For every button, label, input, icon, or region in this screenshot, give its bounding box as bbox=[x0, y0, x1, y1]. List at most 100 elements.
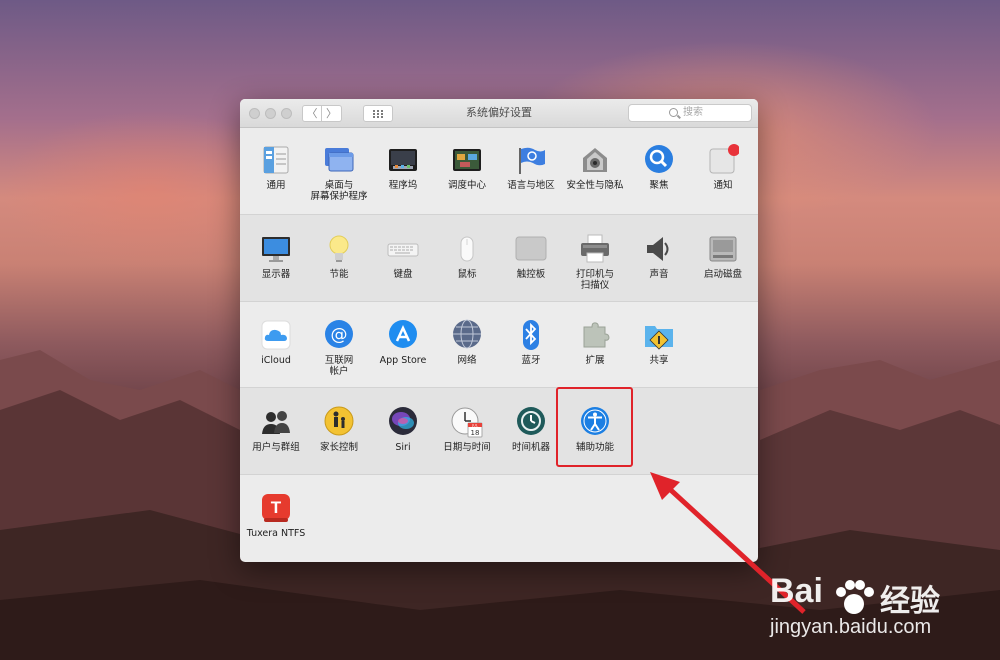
pref-sharing[interactable]: 共享 bbox=[624, 319, 694, 366]
watermark-url: jingyan.baidu.com bbox=[770, 616, 932, 638]
pref-label: 语言与地区 bbox=[507, 180, 555, 191]
language-region-icon bbox=[515, 144, 547, 176]
parental-controls-icon bbox=[323, 406, 355, 438]
pref-printer-scanner[interactable]: 打印机与 扫描仪 bbox=[560, 233, 630, 291]
pref-row-internet: iCloud @ 互联网 帐户 App Store 网络 蓝牙 扩展 共享 bbox=[240, 301, 758, 388]
highlight-box-accessibility bbox=[556, 387, 633, 467]
pref-energy-saver[interactable]: 节能 bbox=[304, 233, 374, 280]
bluetooth-icon bbox=[515, 319, 547, 351]
pref-label: 调度中心 bbox=[447, 180, 486, 191]
extensions-icon bbox=[579, 319, 611, 351]
pref-label: 安全性与隐私 bbox=[566, 180, 624, 191]
spotlight-icon bbox=[643, 144, 675, 176]
pref-mouse[interactable]: 鼠标 bbox=[432, 233, 502, 280]
pref-keyboard[interactable]: 键盘 bbox=[368, 233, 438, 280]
pref-network[interactable]: 网络 bbox=[432, 319, 502, 366]
notifications-icon bbox=[707, 144, 740, 176]
users-groups-icon bbox=[260, 406, 292, 438]
pref-label: App Store bbox=[379, 355, 427, 366]
pref-date-time[interactable]: JUL 18 日期与时间 bbox=[432, 406, 502, 453]
pref-label: 聚焦 bbox=[649, 180, 669, 191]
sound-icon bbox=[643, 233, 675, 265]
trackpad-icon bbox=[515, 233, 547, 265]
icloud-icon bbox=[260, 319, 292, 351]
svg-text:@: @ bbox=[331, 325, 348, 345]
pref-label: 用户与群组 bbox=[252, 442, 300, 453]
mission-control-icon bbox=[451, 144, 483, 176]
security-privacy-icon bbox=[579, 144, 611, 176]
calendar-day: 18 bbox=[471, 429, 480, 437]
pref-mission-control[interactable]: 调度中心 bbox=[432, 144, 502, 191]
pref-label: 共享 bbox=[649, 355, 669, 366]
pref-startup-disk[interactable]: 启动磁盘 bbox=[688, 233, 758, 280]
pref-tuxera-ntfs[interactable]: T Tuxera NTFS bbox=[241, 492, 311, 539]
watermark-brand: Bai bbox=[770, 572, 823, 610]
siri-icon bbox=[387, 406, 419, 438]
pref-app-store[interactable]: App Store bbox=[368, 319, 438, 366]
pref-label: 网络 bbox=[457, 355, 477, 366]
pref-parental-controls[interactable]: 家长控制 bbox=[304, 406, 374, 453]
pref-label: 触控板 bbox=[516, 269, 546, 280]
sharing-icon bbox=[643, 319, 675, 351]
pref-label: 日期与时间 bbox=[443, 442, 491, 453]
svg-text:T: T bbox=[271, 498, 282, 517]
pref-extensions[interactable]: 扩展 bbox=[560, 319, 630, 366]
pref-label: 互联网 帐户 bbox=[324, 355, 354, 377]
network-icon bbox=[451, 319, 483, 351]
printer-scanner-icon bbox=[579, 233, 611, 265]
pref-internet-accounts[interactable]: @ 互联网 帐户 bbox=[304, 319, 374, 377]
pref-label: 打印机与 扫描仪 bbox=[575, 269, 614, 291]
pref-desktop-screensaver[interactable]: 桌面与 屏幕保护程序 bbox=[304, 144, 374, 202]
pref-spotlight[interactable]: 聚焦 bbox=[624, 144, 694, 191]
pref-label: Tuxera NTFS bbox=[246, 528, 306, 539]
pref-bluetooth[interactable]: 蓝牙 bbox=[496, 319, 566, 366]
pref-notifications[interactable]: 通知 bbox=[688, 144, 758, 191]
pref-label: 节能 bbox=[329, 269, 349, 280]
pref-label: 桌面与 屏幕保护程序 bbox=[310, 180, 368, 202]
pref-siri[interactable]: Siri bbox=[368, 406, 438, 453]
dock-icon bbox=[387, 144, 419, 176]
pref-display[interactable]: 显示器 bbox=[241, 233, 311, 280]
pref-label: 蓝牙 bbox=[521, 355, 541, 366]
pref-label: 程序坞 bbox=[388, 180, 418, 191]
keyboard-icon bbox=[387, 233, 419, 265]
calendar-month: JUL bbox=[471, 424, 478, 428]
pref-label: 鼠标 bbox=[457, 269, 477, 280]
paw-icon bbox=[836, 580, 874, 614]
pref-label: 家长控制 bbox=[319, 442, 358, 453]
startup-disk-icon bbox=[707, 233, 739, 265]
watermark-brand-cn: 经验 bbox=[880, 584, 940, 619]
search-icon bbox=[669, 108, 678, 117]
pref-label: Siri bbox=[395, 442, 411, 453]
pref-icloud[interactable]: iCloud bbox=[241, 319, 311, 366]
pref-trackpad[interactable]: 触控板 bbox=[496, 233, 566, 280]
tuxera-ntfs-icon: T bbox=[260, 492, 292, 524]
pref-label: 声音 bbox=[649, 269, 669, 280]
mouse-icon bbox=[451, 233, 483, 265]
pref-label: 通知 bbox=[713, 180, 733, 191]
pref-general[interactable]: 通用 bbox=[241, 144, 311, 191]
pref-row-system: 用户与群组 家长控制 Siri JUL 18 日期与时间 时间机器 辅助功能 bbox=[240, 387, 758, 475]
desktop-screensaver-icon bbox=[323, 144, 355, 176]
pref-label: 启动磁盘 bbox=[703, 269, 742, 280]
pref-label: iCloud bbox=[261, 355, 291, 366]
time-machine-icon bbox=[515, 406, 547, 438]
internet-accounts-icon: @ bbox=[323, 319, 355, 351]
search-input[interactable]: 搜索 bbox=[628, 104, 752, 122]
pref-security-privacy[interactable]: 安全性与隐私 bbox=[560, 144, 630, 191]
display-icon bbox=[260, 233, 292, 265]
pref-sound[interactable]: 声音 bbox=[624, 233, 694, 280]
energy-saver-icon bbox=[323, 233, 355, 265]
date-time-icon: JUL 18 bbox=[451, 406, 483, 438]
general-icon bbox=[260, 144, 292, 176]
pref-dock[interactable]: 程序坞 bbox=[368, 144, 438, 191]
pref-users-groups[interactable]: 用户与群组 bbox=[241, 406, 311, 453]
pref-row-hardware: 显示器 节能 键盘 鼠标 触控板 打印机与 扫描仪 声音 启动磁盘 bbox=[240, 214, 758, 302]
pref-language-region[interactable]: 语言与地区 bbox=[496, 144, 566, 191]
pref-label: 通用 bbox=[266, 180, 286, 191]
title-bar: 〈 〉 系统偏好设置 搜索 bbox=[240, 99, 758, 128]
pref-label: 显示器 bbox=[261, 269, 291, 280]
search-placeholder: 搜索 bbox=[683, 107, 703, 118]
pref-label: 键盘 bbox=[393, 269, 413, 280]
baidu-jingyan-watermark: Bai 经验 jingyan.baidu.com bbox=[770, 572, 990, 652]
